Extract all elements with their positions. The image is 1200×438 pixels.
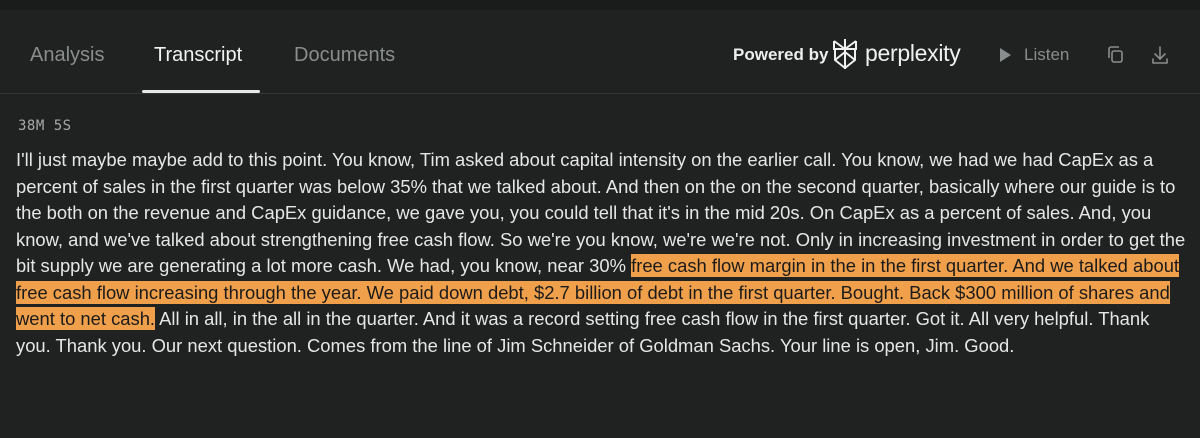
perplexity-wordmark: perplexity	[865, 40, 961, 66]
transcript-text-after: All in all, in the all in the quarter. A…	[16, 308, 1150, 356]
tab-documents[interactable]: Documents	[294, 44, 395, 67]
copy-icon[interactable]	[1106, 44, 1126, 66]
play-icon	[1000, 48, 1011, 62]
header-bar: Analysis Transcript Documents Powered by…	[0, 10, 1200, 94]
tab-transcript[interactable]: Transcript	[154, 44, 242, 67]
perplexity-logo-icon	[833, 39, 857, 69]
tab-analysis[interactable]: Analysis	[30, 44, 104, 67]
top-strip	[0, 0, 1200, 10]
powered-by-label: Powered by	[733, 45, 829, 64]
listen-label: Listen	[1024, 45, 1070, 64]
download-icon[interactable]	[1150, 44, 1170, 66]
listen-button[interactable]: Listen	[1000, 44, 1069, 66]
active-tab-indicator	[142, 90, 260, 93]
transcript-timestamp: 38M 5S	[18, 118, 72, 134]
transcript-text: I'll just maybe maybe add to this point.…	[16, 147, 1188, 359]
